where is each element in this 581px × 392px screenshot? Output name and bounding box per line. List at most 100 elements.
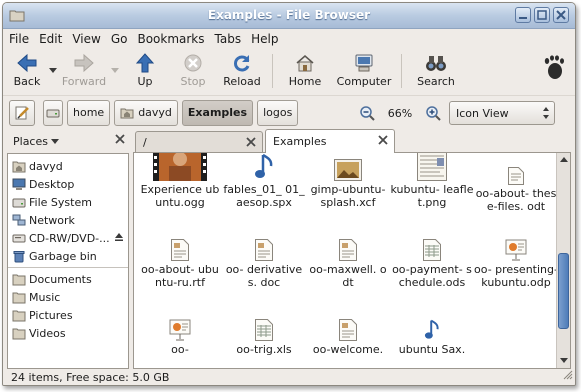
file-item[interactable]: oo- [138, 319, 222, 356]
gnome-foot-icon [543, 55, 565, 84]
toolbar-separator [401, 54, 402, 88]
title-bar[interactable]: Examples - File Browser [3, 3, 575, 29]
resize-grip-icon[interactable] [563, 370, 573, 383]
menu-go[interactable]: Go [111, 32, 128, 46]
file-item[interactable]: oo-about- these-files. odt [474, 167, 558, 213]
zoom-level[interactable]: 66% [383, 107, 417, 120]
place-trash[interactable]: Garbage bin [8, 247, 128, 265]
crumb-root-button[interactable] [43, 99, 63, 126]
crumb-examples[interactable]: Examples [181, 99, 254, 126]
back-arrow-icon [17, 53, 37, 73]
file-item[interactable]: Experience ubuntu.ogg [138, 153, 222, 209]
scroll-up-button[interactable] [558, 154, 570, 166]
menu-view[interactable]: View [72, 32, 100, 46]
file-icon-view[interactable]: Experience ubuntu.ogg fables_01_ 01_aeso… [133, 152, 571, 369]
close-window-button[interactable] [553, 7, 569, 23]
search-label: Search [417, 75, 455, 88]
back-history-dropdown[interactable] [47, 61, 59, 81]
sidebar-header: Places [7, 129, 129, 153]
computer-button[interactable]: Computer [332, 51, 396, 91]
places-divider [8, 267, 128, 268]
file-item[interactable]: fables_01_ 01_aesop.spx [222, 153, 306, 209]
menu-file[interactable]: File [9, 32, 29, 46]
search-button[interactable]: Search [407, 51, 465, 91]
close-tab-button[interactable] [378, 135, 388, 148]
bookmark-videos[interactable]: Videos [8, 324, 128, 342]
eject-button[interactable] [114, 232, 124, 245]
reload-button[interactable]: Reload [217, 51, 267, 91]
bookmark-label: Documents [29, 272, 92, 286]
crumb-logos[interactable]: logos [257, 99, 299, 126]
scroll-down-button[interactable] [558, 355, 570, 367]
file-item[interactable]: oo-trig.xls [222, 319, 306, 356]
file-name: gimp-ubuntu- splash.xcf [310, 183, 386, 209]
menu-tabs[interactable]: Tabs [215, 32, 242, 46]
place-optical-drive[interactable]: CD-RW/DVD-... [8, 229, 128, 247]
view-mode-value: Icon View [456, 106, 509, 120]
place-label: davyd [29, 159, 63, 173]
file-item[interactable]: kubuntu- leaflet.png [390, 153, 474, 209]
file-item[interactable]: oo- presenting- kubuntu.odp [474, 239, 558, 289]
scrollbar-thumb[interactable] [558, 253, 569, 329]
document-thumbnail-icon [417, 153, 447, 181]
sidebar-mode-selector[interactable]: Places [13, 134, 60, 148]
file-item[interactable]: oo-payment- schedule.ods [390, 239, 474, 289]
forward-button[interactable]: Forward [59, 51, 109, 91]
place-home[interactable]: davyd [8, 157, 128, 175]
close-sidebar-button[interactable] [115, 134, 125, 147]
stop-label: Stop [180, 75, 206, 88]
reload-label: Reload [223, 75, 261, 88]
file-item[interactable]: oo- derivatives. doc [222, 239, 306, 289]
location-bar: home davyd Examples logos 66% Icon View [3, 95, 575, 129]
vertical-scrollbar[interactable] [556, 153, 570, 368]
view-mode-select[interactable]: Icon View [449, 101, 555, 125]
menu-bookmarks[interactable]: Bookmarks [137, 32, 204, 46]
close-tab-button[interactable] [246, 137, 256, 150]
main-area: Places davyd Desktop File System Network… [7, 129, 571, 369]
place-file-system[interactable]: File System [8, 193, 128, 211]
crumb-davyd-button[interactable]: davyd [114, 99, 178, 126]
place-desktop[interactable]: Desktop [8, 175, 128, 193]
back-button[interactable]: Back [7, 51, 47, 91]
text-document-icon [508, 167, 524, 185]
zoom-out-button[interactable] [357, 103, 377, 123]
harddisk-icon [46, 109, 60, 117]
place-network[interactable]: Network [8, 211, 128, 229]
menu-edit[interactable]: Edit [39, 32, 62, 46]
up-button[interactable]: Up [121, 51, 169, 91]
file-name: Experience ubuntu.ogg [140, 183, 220, 209]
sidebar-title: Places [13, 134, 48, 148]
trash-icon [12, 249, 26, 263]
minimize-button[interactable] [515, 7, 531, 23]
eject-icon [115, 233, 123, 241]
forward-history-dropdown[interactable] [109, 61, 121, 81]
place-label: Garbage bin [29, 249, 97, 263]
file-item[interactable]: oo-welcome. [306, 319, 390, 356]
place-label: CD-RW/DVD-... [29, 231, 110, 245]
back-label: Back [13, 75, 41, 88]
bookmark-music[interactable]: Music [8, 288, 128, 306]
status-text: 24 items, Free space: 5.0 GB [11, 370, 170, 384]
menu-bar: File Edit View Go Bookmarks Tabs Help [3, 29, 575, 49]
home-label: Home [288, 75, 322, 88]
maximize-icon [537, 10, 547, 20]
zoom-in-button[interactable] [423, 103, 443, 123]
file-item[interactable]: oo-maxwell. odt [306, 239, 390, 289]
toggle-location-entry-button[interactable] [9, 99, 35, 126]
file-item[interactable]: gimp-ubuntu- splash.xcf [306, 153, 390, 209]
tab-root[interactable]: / [135, 131, 263, 153]
optical-drive-icon [12, 231, 26, 245]
stop-button[interactable]: Stop [169, 51, 217, 91]
home-button[interactable]: Home [278, 51, 332, 91]
tab-examples[interactable]: Examples [265, 129, 395, 153]
close-icon [556, 10, 566, 20]
crumb-home[interactable]: home [67, 99, 111, 126]
file-item[interactable]: ubuntu Sax. [390, 319, 474, 356]
bookmark-pictures[interactable]: Pictures [8, 306, 128, 324]
file-name: oo-about- ubuntu-ru.rtf [141, 263, 219, 289]
home-icon [296, 55, 314, 72]
bookmark-documents[interactable]: Documents [8, 270, 128, 288]
maximize-button[interactable] [534, 7, 550, 23]
menu-help[interactable]: Help [251, 32, 278, 46]
file-item[interactable]: oo-about- ubuntu-ru.rtf [138, 239, 222, 289]
